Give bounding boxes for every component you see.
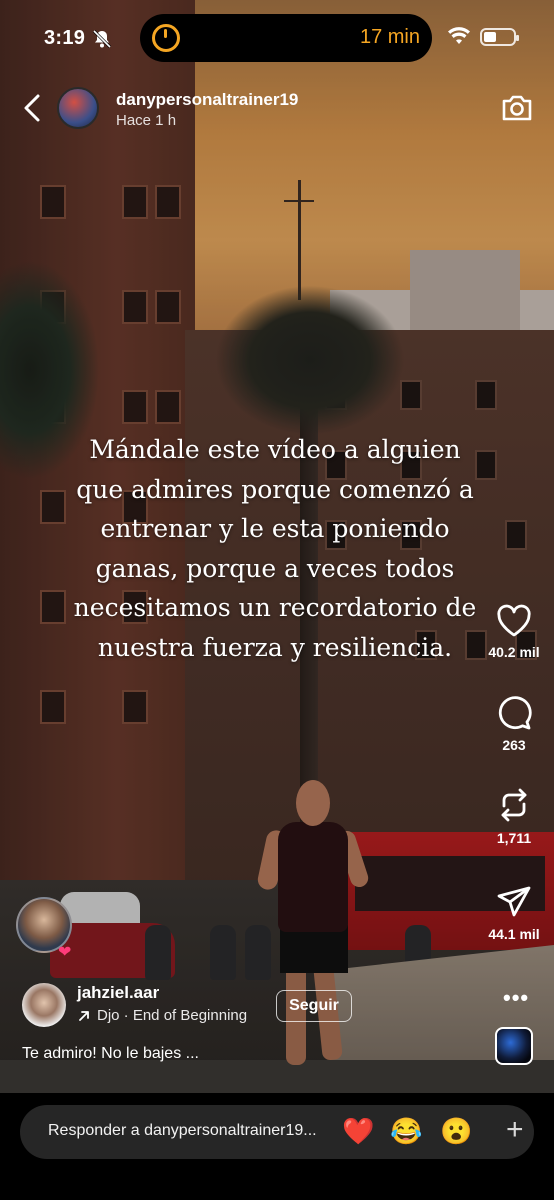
heart-icon: ❤ — [58, 944, 72, 961]
comment-button[interactable]: 263 — [474, 695, 554, 753]
audio-thumbnail[interactable] — [495, 1027, 533, 1065]
repost-count: 1,711 — [496, 830, 532, 846]
heart-icon — [497, 604, 531, 637]
follow-button[interactable]: Seguir — [276, 990, 352, 1022]
video-text-overlay: Mándale este vídeo a alguien que admires… — [40, 430, 510, 667]
overlay-line: Mándale este vídeo a alguien — [89, 435, 461, 464]
share-count: 44.1 mil — [488, 926, 540, 942]
audio-title: Djo · End of Beginning — [97, 1007, 248, 1024]
reaction-heart[interactable]: ❤️ — [342, 1115, 374, 1147]
poster-username[interactable]: danypersonaltrainer19 — [116, 90, 298, 110]
battery-icon — [480, 28, 519, 46]
timer-minutes: 17 min — [359, 26, 420, 48]
bell-slash-icon — [92, 29, 112, 49]
overlay-line: que admires porque comenzó a — [76, 474, 474, 504]
dynamic-island[interactable]: 17 min — [140, 14, 432, 62]
back-arrow-icon[interactable] — [18, 92, 46, 124]
reaction-wow[interactable]: 😮 — [440, 1115, 472, 1147]
poster-avatar[interactable] — [57, 87, 99, 129]
wifi-icon — [448, 27, 470, 44]
comment-count: 263 — [502, 737, 526, 753]
reel-caption[interactable]: Te admiro! No le bajes ... — [22, 1045, 199, 1063]
more-options-icon[interactable]: ••• — [503, 985, 529, 1011]
comment-icon — [498, 696, 532, 730]
bottom-bar: Responder a danypersonaltrainer19... ❤️ … — [0, 1093, 554, 1200]
repost-button[interactable]: 1,711 — [474, 786, 554, 846]
share-button[interactable]: 44.1 mil — [474, 884, 554, 942]
camera-icon[interactable] — [500, 92, 534, 124]
overlay-line: entrenar y le esta poniendo — [100, 514, 450, 543]
reply-input[interactable]: Responder a danypersonaltrainer19... ❤️ … — [20, 1105, 534, 1159]
paper-plane-icon — [497, 886, 531, 917]
author-avatar[interactable] — [22, 983, 66, 1027]
audio-track[interactable]: Djo · End of Beginning — [77, 1007, 247, 1024]
clock: 3:19 — [44, 27, 86, 49]
like-count: 40.2 mil — [488, 644, 540, 660]
post-time: Hace 1 h — [116, 112, 177, 129]
overlay-line: necesitamos un recordatorio de — [73, 593, 477, 622]
overlay-line: nuestra fuerza y resiliencia. — [97, 632, 453, 662]
timer-ring-icon — [152, 24, 180, 52]
status-bar: 3:19 17 min — [0, 0, 554, 70]
reply-placeholder: Responder a danypersonaltrainer19... — [48, 1122, 317, 1139]
reaction-laugh[interactable]: 😂 — [390, 1115, 422, 1147]
plus-icon[interactable]: + — [506, 1113, 524, 1147]
overlay-line: ganas, porque a veces todos — [95, 553, 455, 583]
repost-icon — [501, 788, 527, 822]
like-button[interactable]: 40.2 mil — [474, 604, 554, 660]
author-username[interactable]: jahziel.aar — [77, 983, 159, 1003]
arrow-up-right-icon — [79, 1010, 89, 1021]
